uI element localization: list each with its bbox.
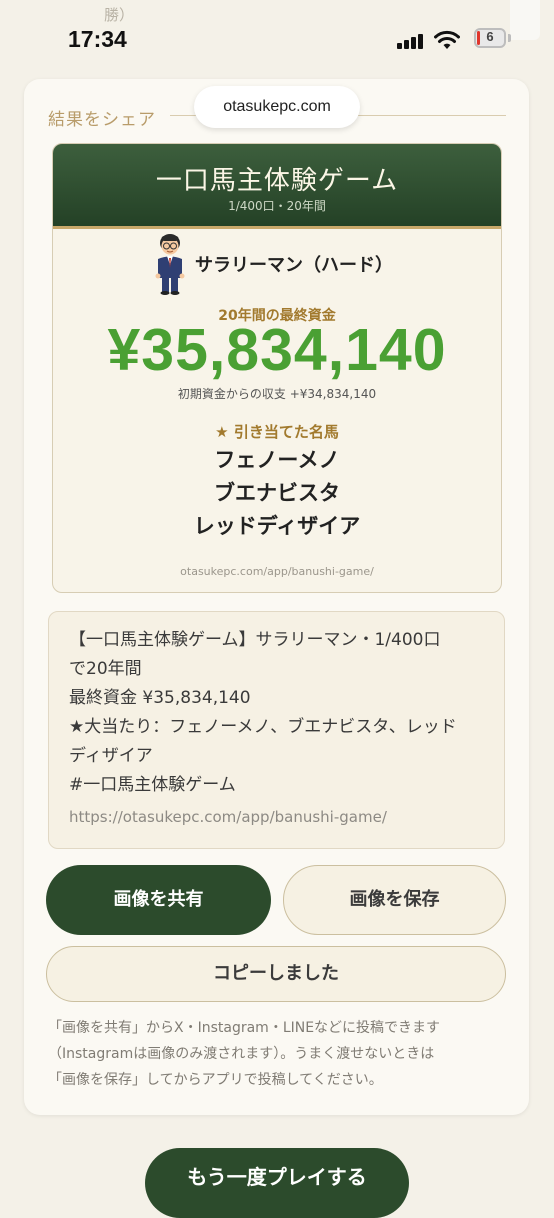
- save-image-button[interactable]: 画像を保存: [283, 865, 506, 935]
- share-text-line: ディザイア: [69, 746, 153, 766]
- card-header: 一口馬主体験ゲーム 1/400口・20年間: [53, 144, 501, 229]
- status-time: 17:34: [68, 26, 127, 52]
- background-page-edge: [510, 0, 540, 40]
- share-section-label: 結果をシェア: [48, 110, 156, 130]
- background-peek-text: 勝）: [104, 6, 135, 24]
- share-text-line: で20年間: [69, 659, 142, 679]
- share-text-line: ★大当たり：フェノーメノ、ブエナビスタ、レッド: [69, 717, 457, 737]
- copy-button[interactable]: コピーしました: [46, 946, 506, 1002]
- url-pill[interactable]: otasukepc.com: [194, 86, 360, 128]
- share-note-line: 「画像を共有」からX・Instagram・LINEなどに投稿できます: [48, 1020, 441, 1036]
- final-fund-amount: ¥35,834,140: [107, 317, 447, 383]
- share-link: https://otasukepc.com/app/banushi-game/: [69, 808, 387, 826]
- balance-text: 初期資金からの収支 +¥34,834,140: [177, 387, 377, 401]
- share-note-line: 「画像を保存」してからアプリで投稿してください。: [48, 1072, 383, 1088]
- signal-icon: [397, 33, 425, 49]
- replay-button[interactable]: もう一度プレイする: [145, 1148, 409, 1218]
- horse-name: レッドディザイア: [193, 514, 361, 538]
- share-image-button[interactable]: 画像を共有: [46, 865, 271, 935]
- card-subtitle: 1/400口・20年間: [228, 199, 326, 213]
- battery-cap: [508, 34, 511, 42]
- share-text-line: 【一口馬主体験ゲーム】サラリーマン・1/400口: [69, 630, 441, 650]
- horse-name: ブエナビスタ: [214, 481, 340, 505]
- share-text-line: #一口馬主体験ゲーム: [69, 775, 236, 795]
- salaryman-avatar-icon: [155, 234, 185, 295]
- battery-level: 6: [486, 29, 494, 44]
- famous-horses-title: ★ 引き当てた名馬: [215, 423, 339, 441]
- card-title: 一口馬主体験ゲーム: [155, 166, 399, 196]
- share-note: 「画像を共有」からX・Instagram・LINEなどに投稿できます （Inst…: [48, 1015, 508, 1093]
- horse-name: フェノーメノ: [214, 448, 340, 472]
- share-text-box[interactable]: 【一口馬主体験ゲーム】サラリーマン・1/400口 で20年間 最終資金 ¥35,…: [48, 611, 505, 849]
- share-text: 【一口馬主体験ゲーム】サラリーマン・1/400口 で20年間 最終資金 ¥35,…: [69, 626, 489, 800]
- player-type: サラリーマン（ハード）: [195, 255, 393, 276]
- share-text-line: 最終資金 ¥35,834,140: [69, 688, 251, 708]
- wifi-icon: [434, 30, 460, 49]
- result-card: 一口馬主体験ゲーム 1/400口・20年間 サラリーマン（ハード） 20年間の最…: [52, 143, 502, 593]
- card-url: otasukepc.com/app/banushi-game/: [180, 565, 374, 578]
- share-note-line: （Instagramは画像のみ渡されます）。うまく渡せないときは: [48, 1046, 435, 1062]
- status-bar: 勝） 17:34 6: [0, 0, 554, 70]
- battery-icon: 6: [474, 28, 506, 48]
